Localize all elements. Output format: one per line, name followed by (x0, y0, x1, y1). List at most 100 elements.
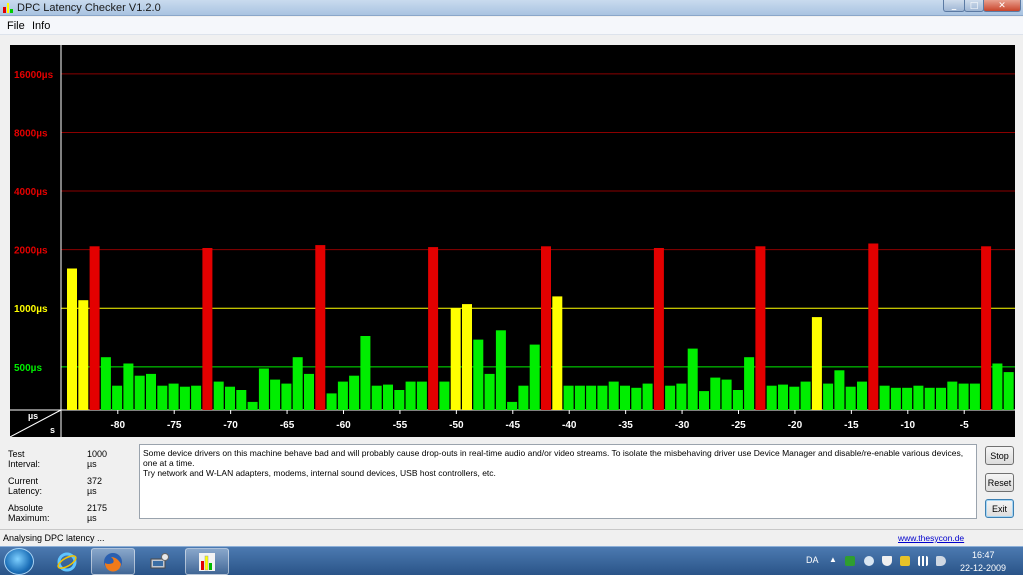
latency-bar (202, 248, 213, 410)
firefox-icon[interactable] (91, 548, 135, 575)
thesycon-link[interactable]: www.thesycon.de (898, 533, 964, 543)
latency-bar (326, 393, 337, 410)
language-indicator[interactable]: DA (806, 555, 819, 565)
latency-bar (721, 379, 732, 410)
latency-bar (597, 385, 608, 410)
latency-bar (134, 375, 145, 410)
app-logo-icon (3, 3, 14, 13)
latency-bar (168, 383, 179, 410)
x-tick-label: -45 (506, 420, 521, 431)
internet-explorer-icon[interactable] (45, 548, 89, 575)
reset-button[interactable]: Reset (985, 473, 1014, 492)
x-tick-label: -75 (167, 420, 182, 431)
latency-bar (360, 336, 371, 410)
tray-network-icon[interactable] (864, 556, 874, 566)
message-line-1: Some device drivers on this machine beha… (143, 448, 964, 468)
x-tick-label: -5 (960, 420, 969, 431)
latency-bar (450, 308, 461, 410)
latency-bar (845, 386, 856, 410)
tray-flag-icon[interactable] (900, 556, 910, 566)
latency-bar (292, 357, 303, 410)
tray-security-icon[interactable] (882, 556, 892, 566)
x-tick-label: -70 (223, 420, 238, 431)
latency-bar (349, 375, 360, 410)
x-tick-label: -15 (844, 420, 859, 431)
latency-bar (281, 383, 292, 410)
latency-bar (936, 387, 946, 410)
corner-unit-s: s (50, 425, 55, 435)
latency-bar (620, 385, 630, 410)
latency-bar (236, 390, 247, 410)
latency-bar (868, 243, 879, 410)
latency-bar (89, 246, 100, 410)
latency-bar (191, 385, 202, 410)
latency-bar (529, 344, 540, 410)
latency-bar (371, 385, 382, 410)
maximize-button[interactable]: □ (964, 0, 984, 12)
x-tick-label: -10 (901, 420, 916, 431)
latency-bar (924, 387, 935, 410)
latency-bar (405, 381, 416, 410)
stat-label: Test Interval: (8, 449, 41, 469)
latency-bar (213, 381, 224, 410)
y-tick-label: 4000µs (14, 187, 48, 198)
latency-bar (766, 385, 777, 410)
menu-info[interactable]: Info (32, 20, 50, 32)
latency-bar (992, 363, 1003, 410)
exit-button[interactable]: Exit (985, 499, 1014, 518)
latency-bar (699, 391, 709, 410)
y-tick-label: 2000µs (14, 246, 48, 257)
latency-bar (394, 390, 405, 410)
latency-bar (383, 384, 393, 410)
tray-signal-icon[interactable] (918, 556, 928, 566)
tray-date[interactable]: 22-12-2009 (960, 563, 1006, 573)
x-tick-label: -55 (393, 420, 408, 431)
latency-bar (225, 386, 235, 410)
latency-bar (902, 387, 913, 410)
x-tick-label: -50 (449, 420, 464, 431)
tray-app-icon[interactable] (845, 556, 855, 566)
latency-bar (552, 296, 563, 410)
stat-value: 372 µs (87, 476, 103, 496)
x-tick-label: -35 (618, 420, 633, 431)
network-computer-icon[interactable] (137, 548, 181, 575)
app-window: DPC Latency Checker V1.2.0 _ □ ✕ File In… (0, 0, 1023, 546)
latency-bar (811, 317, 822, 410)
title-bar[interactable]: DPC Latency Checker V1.2.0 _ □ ✕ (0, 0, 1023, 16)
latency-bar (755, 246, 766, 410)
dpc-latency-checker-icon[interactable] (185, 548, 229, 575)
stat-label: Current Latency: (8, 476, 43, 496)
tray-expand-icon[interactable]: ▲ (829, 555, 837, 564)
x-tick-label: -60 (336, 420, 351, 431)
stat-value: 2175 µs (87, 503, 108, 523)
latency-bar (947, 381, 958, 410)
y-tick-label: 1000µs (14, 304, 48, 315)
latency-chart: 16000µs 8000µs 4000µs 2000µs 1000µs 500µs µs s -… (10, 45, 1015, 437)
start-button[interactable] (4, 548, 34, 575)
x-tick-label: -20 (788, 420, 803, 431)
latency-bar (484, 373, 495, 410)
tray-volume-icon[interactable] (936, 556, 946, 566)
minimize-button[interactable]: _ (943, 0, 965, 12)
stop-button[interactable]: Stop (985, 446, 1014, 465)
latency-bar (631, 387, 642, 410)
latency-bar (247, 401, 258, 410)
taskbar: DA ▲ 16:47 22-12-2009 (0, 546, 1023, 575)
y-tick-label: 16000µs (14, 70, 54, 81)
latency-bar (518, 385, 529, 410)
latency-bar (890, 387, 901, 410)
latency-bar (800, 381, 811, 410)
close-button[interactable]: ✕ (983, 0, 1021, 12)
latency-bar (100, 357, 111, 410)
latency-bar (428, 247, 439, 410)
latency-bar (258, 368, 269, 410)
y-tick-label: 500µs (14, 363, 42, 374)
latency-bar (879, 385, 890, 410)
stat-value: 1000 µs (87, 449, 108, 469)
tray-time[interactable]: 16:47 (972, 550, 995, 560)
x-tick-label: -25 (731, 420, 746, 431)
y-tick-label: 8000µs (14, 128, 48, 139)
menu-file[interactable]: File (7, 20, 25, 32)
latency-bar (834, 370, 845, 410)
x-tick-label: -40 (562, 420, 577, 431)
